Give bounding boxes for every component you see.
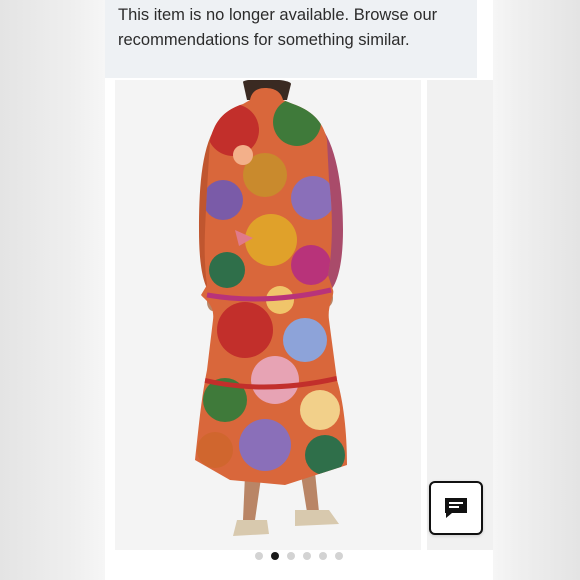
next-image-peek — [427, 80, 493, 550]
carousel-dot[interactable] — [335, 552, 343, 560]
dress-illustration — [195, 80, 347, 536]
background-blur-left — [0, 0, 105, 580]
carousel-dot[interactable] — [319, 552, 327, 560]
carousel-dot[interactable] — [303, 552, 311, 560]
carousel-indicator — [105, 552, 493, 564]
carousel-dot[interactable] — [271, 552, 279, 560]
chat-bubble-icon — [445, 498, 467, 518]
unavailable-message: This item is no longer available. Browse… — [118, 6, 438, 49]
carousel-dot[interactable] — [287, 552, 295, 560]
product-image[interactable] — [115, 80, 421, 550]
chat-button[interactable] — [429, 481, 483, 535]
carousel-dot[interactable] — [255, 552, 263, 560]
background-blur-right — [493, 0, 580, 580]
unavailable-banner: This item is no longer available. Browse… — [105, 0, 477, 78]
product-page: This item is no longer available. Browse… — [105, 0, 493, 580]
